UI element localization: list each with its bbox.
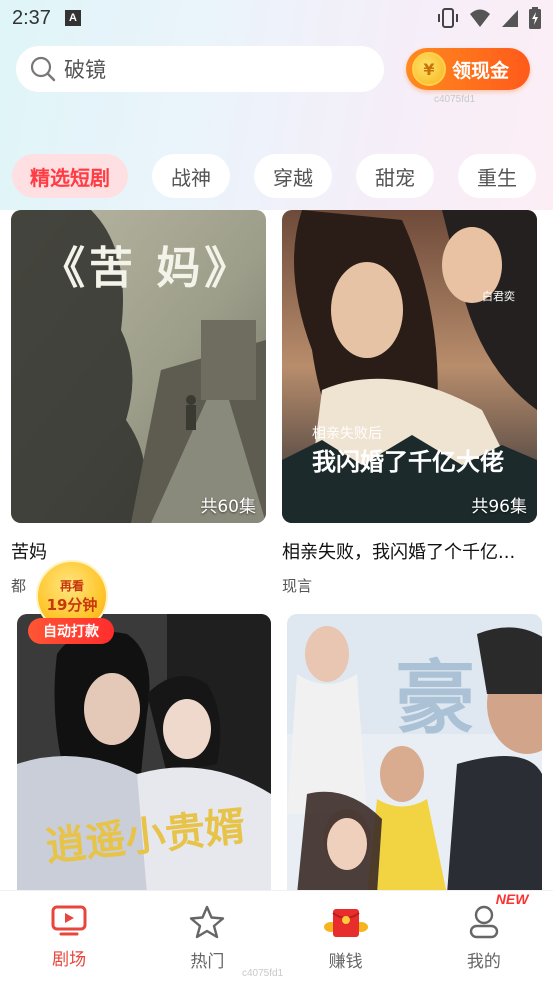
status-time: 2:37: [12, 6, 51, 29]
nav-theater-label: 剧场: [52, 950, 87, 970]
tab-featured[interactable]: 精选短剧: [12, 154, 128, 198]
drama-tag-2: 现言: [282, 577, 313, 595]
drama-title-2[interactable]: 相亲失败，我闪婚了个千亿...: [282, 538, 515, 564]
tab-time-travel[interactable]: 穿越: [254, 154, 332, 198]
user-icon: [469, 905, 499, 939]
drama-poster-4[interactable]: 豪: [287, 614, 542, 894]
tab-rebirth[interactable]: 重生: [458, 154, 536, 198]
battery-icon: [529, 7, 541, 29]
episode-count: 共60集: [200, 497, 256, 517]
reward-line2: 19分钟: [46, 596, 98, 614]
reward-line1: 再看: [59, 579, 84, 593]
red-envelope-icon: [323, 909, 368, 937]
episode-count: 共96集: [471, 497, 527, 517]
watermark-bottom: c4075fd1: [242, 968, 284, 979]
tv-play-icon: [51, 905, 87, 936]
vibrate-icon: [438, 8, 458, 28]
nav-earn-label: 赚钱: [328, 952, 363, 972]
star-icon: [190, 905, 225, 939]
wifi-icon: [470, 9, 490, 27]
tab-war-god[interactable]: 战神: [152, 154, 230, 198]
poster-title-text: 《苦 妈》: [41, 243, 253, 294]
notification-icon: A: [64, 10, 81, 26]
tab-sweet-romance[interactable]: 甜宠: [356, 154, 434, 198]
reward-popup[interactable]: 再看 19分钟 自动打款: [28, 560, 120, 646]
nav-profile-label: 我的: [466, 952, 501, 972]
poster-subtitle: 相亲失败后: [312, 426, 382, 442]
poster-title-text: 我闪婚了千亿大佬: [312, 448, 504, 476]
drama-poster-3[interactable]: 逍遥小贵婿: [17, 614, 271, 894]
search-icon: [30, 56, 56, 82]
drama-poster-2[interactable]: 白君奕 相亲失败后 我闪婚了千亿大佬 共96集: [282, 210, 537, 523]
coin-icon: ¥: [412, 52, 446, 86]
status-icons: [437, 7, 541, 29]
drama-poster-1[interactable]: 《苦 妈》 共60集: [11, 210, 266, 523]
poster-credit: 白君奕: [482, 290, 515, 303]
claim-cash-label: 领现金: [452, 59, 510, 82]
nav-earn[interactable]: 赚钱: [277, 891, 415, 983]
category-tabs: 精选短剧 战神 穿越 甜宠 重生: [12, 154, 536, 198]
poster-title-text: 豪: [395, 652, 475, 745]
nav-popular-label: 热门: [190, 952, 225, 972]
drama-tag-1: 都: [11, 577, 27, 595]
watermark: c4075fd1: [434, 94, 476, 105]
nav-profile[interactable]: NEW 我的: [415, 891, 553, 983]
status-bar: 2:37 A: [0, 0, 553, 36]
claim-cash-button[interactable]: ¥ 领现金: [406, 48, 530, 90]
nav-theater[interactable]: 剧场: [0, 891, 138, 983]
new-badge: NEW: [495, 891, 529, 907]
search-input[interactable]: 破镜: [16, 46, 384, 92]
search-placeholder: 破镜: [64, 58, 106, 82]
signal-icon: [502, 10, 518, 27]
auto-payout-button[interactable]: 自动打款: [28, 618, 114, 644]
